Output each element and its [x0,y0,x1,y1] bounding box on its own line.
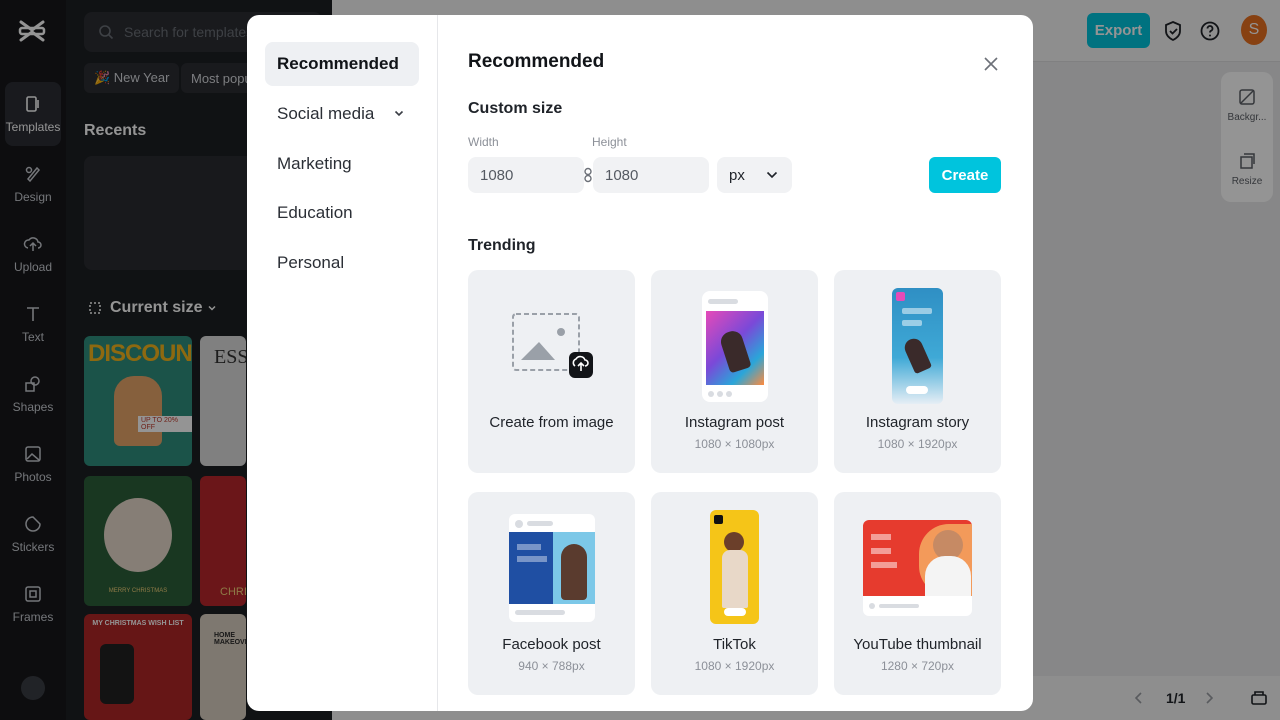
create-button[interactable]: Create [929,157,1001,193]
card-title: Create from image [489,414,614,431]
instagram-story-art [892,288,943,404]
card-youtube-thumbnail[interactable]: YouTube thumbnail 1280 × 720px [834,492,1001,695]
close-icon[interactable] [982,55,1000,73]
youtube-thumbnail-art [863,520,972,616]
card-instagram-story[interactable]: Instagram story 1080 × 1920px [834,270,1001,473]
card-size: 1280 × 720px [880,659,955,673]
facebook-post-art [509,514,595,622]
nav-social-media[interactable]: Social media [265,92,419,136]
chevron-down-icon [394,110,404,117]
custom-size-heading: Custom size [468,100,563,117]
nav-recommended[interactable]: Recommended [265,42,419,86]
width-label: Width [468,135,499,149]
unit-value: px [729,166,745,184]
card-facebook-post[interactable]: Facebook post 940 × 788px [468,492,635,695]
unit-select[interactable]: px [717,157,792,193]
card-tiktok[interactable]: TikTok 1080 × 1920px [651,492,818,695]
width-input[interactable] [468,157,584,193]
card-size: 1080 × 1080px [694,437,775,451]
card-size: 1080 × 1920px [694,659,775,673]
card-size: 940 × 788px [518,659,585,673]
dialog-title: Recommended [468,51,605,72]
card-size: 1080 × 1920px [877,437,958,451]
card-create-from-image[interactable]: Create from image [468,270,635,473]
card-title: Facebook post [502,636,601,653]
tiktok-art [710,510,759,624]
nav-marketing[interactable]: Marketing [265,142,419,186]
image-upload-icon [512,313,593,378]
height-input[interactable] [593,157,709,193]
dialog-content: Recommended Custom size Width Height px … [468,15,1008,711]
instagram-post-art [702,291,768,402]
nav-personal[interactable]: Personal [265,241,419,285]
height-label: Height [592,135,627,149]
card-instagram-post[interactable]: Instagram post 1080 × 1080px [651,270,818,473]
nav-education[interactable]: Education [265,191,419,235]
new-design-dialog: Recommended Social media Marketing Educa… [247,15,1033,711]
card-title: Instagram story [865,414,970,431]
card-title: TikTok [713,636,756,653]
card-title: YouTube thumbnail [853,636,982,653]
nav-label: Social media [277,104,375,123]
chevron-down-icon [766,171,778,179]
dialog-category-nav: Recommended Social media Marketing Educa… [247,15,438,711]
trending-heading: Trending [468,237,536,254]
card-title: Instagram post [684,414,785,431]
